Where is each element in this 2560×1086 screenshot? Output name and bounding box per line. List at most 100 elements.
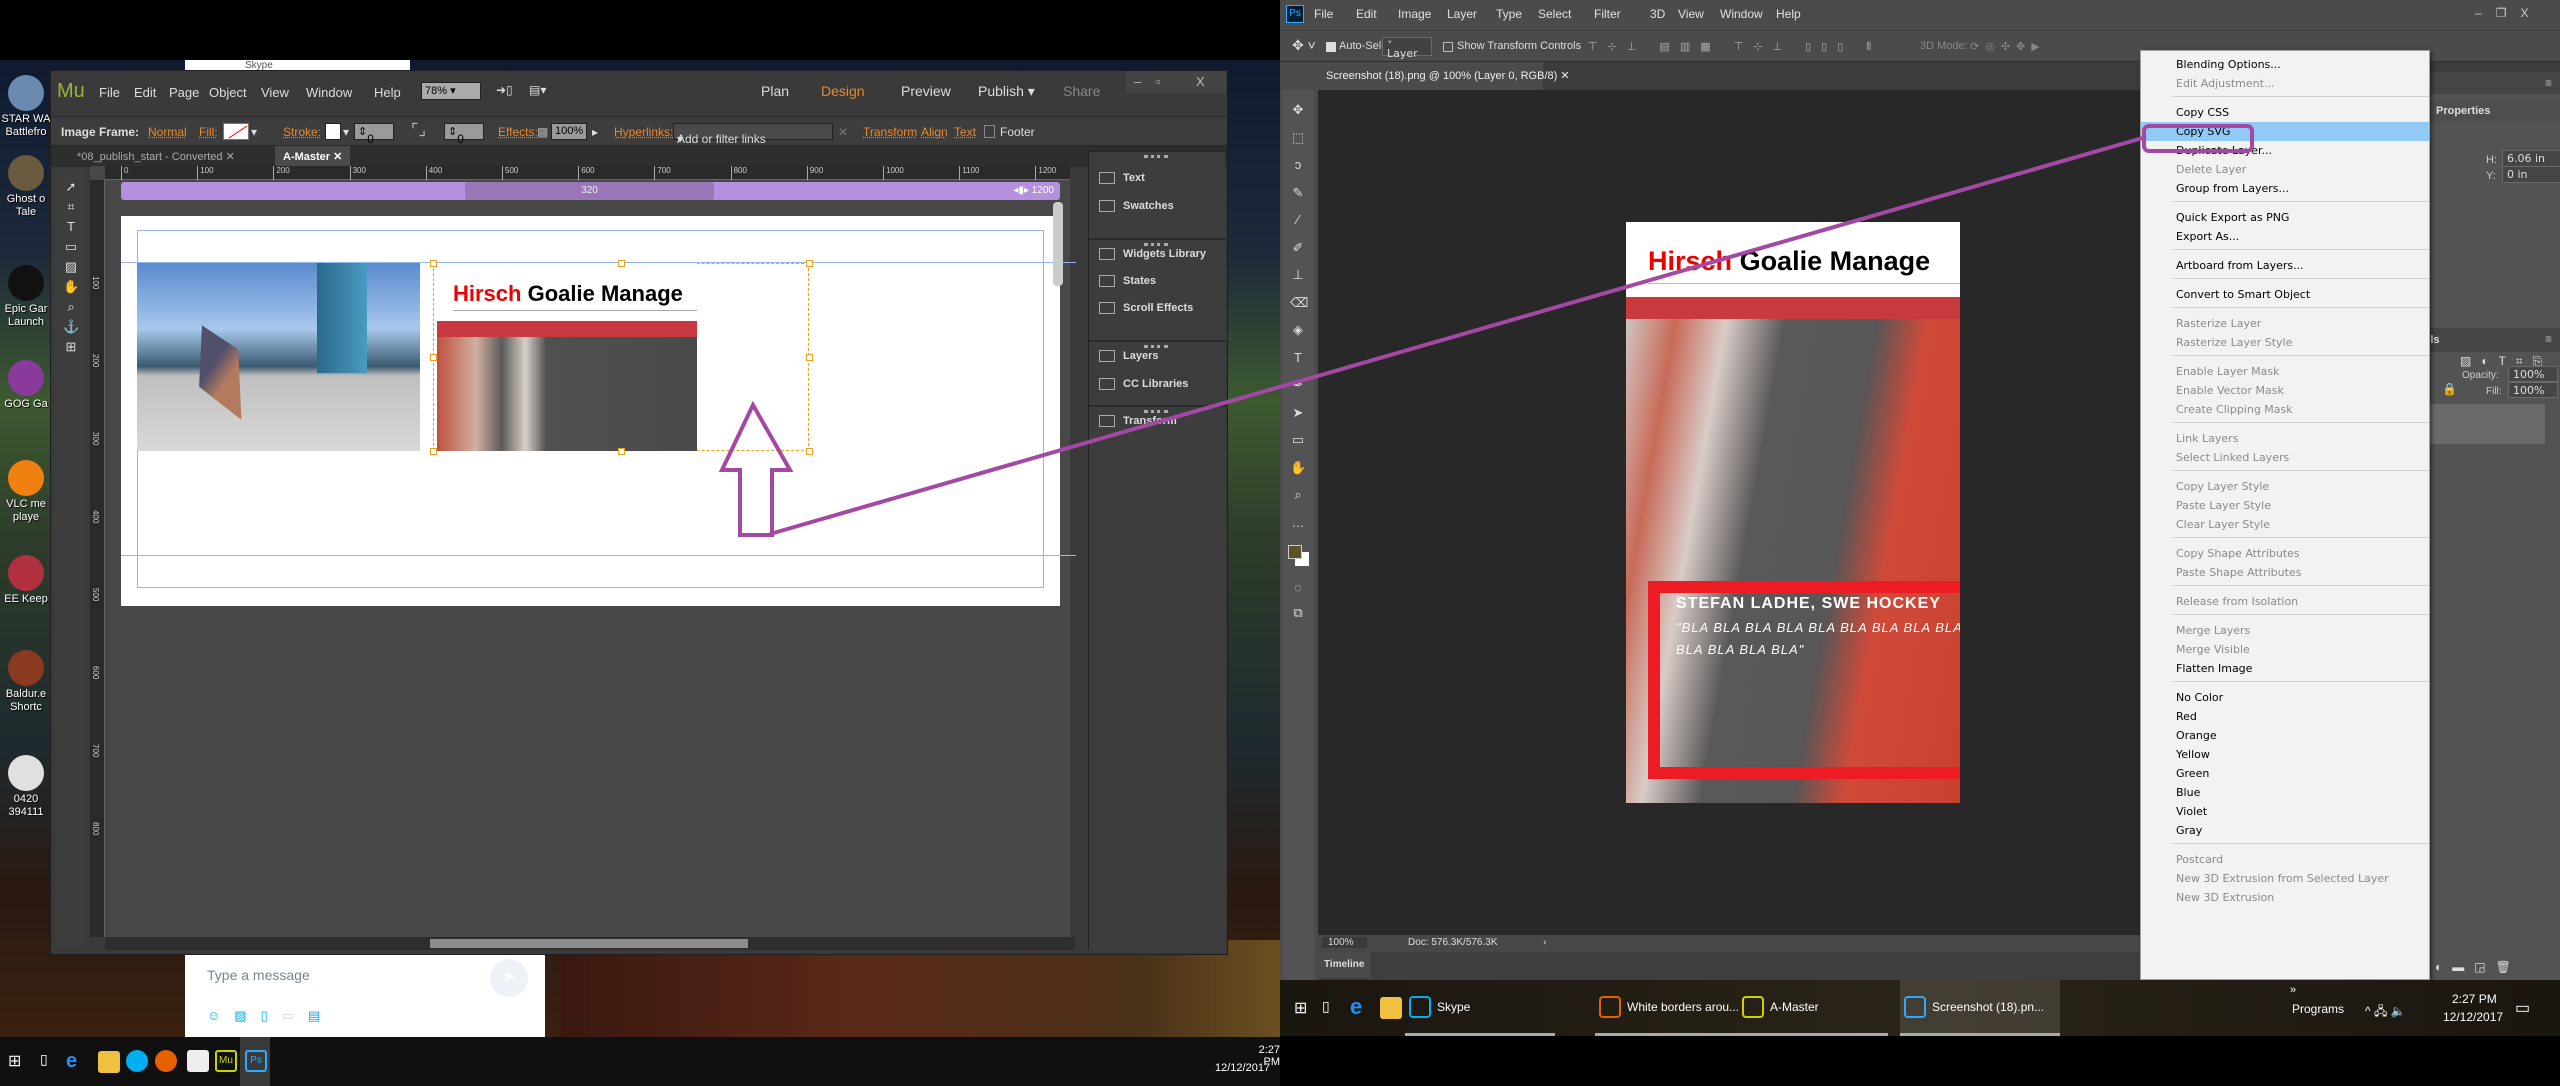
image-tool-icon[interactable]: ▨ [63,259,79,275]
menu-item-paste-shape-attributes[interactable]: Paste Shape Attributes [2141,563,2429,582]
menu-item-convert-to-smart-object[interactable]: Convert to Smart Object [2141,285,2429,304]
menu-item-copy-svg[interactable]: Copy SVG [2141,122,2429,141]
file-explorer-icon[interactable] [98,1051,120,1073]
resize-handle[interactable] [430,260,437,267]
clock-date[interactable]: 12/12/2017 [1215,1062,1270,1074]
eyedropper-tool-icon[interactable]: ⁄ [1290,212,1306,228]
menu-3d[interactable]: 3D [1650,7,1665,21]
clear-link-icon[interactable]: ✕ [838,125,848,139]
align-link[interactable]: Align [921,125,948,139]
timeline-tab[interactable]: Timeline [1318,952,1371,978]
menu-item-blending-options[interactable]: Blending Options... [2141,55,2429,74]
skype-icon[interactable] [126,1050,148,1072]
menu-filter[interactable]: Filter [1594,7,1621,21]
menu-item-merge-visible[interactable]: Merge Visible [2141,640,2429,659]
rectangle-tool-icon[interactable]: ▭ [63,239,79,255]
menu-layer[interactable]: Layer [1447,7,1477,21]
resize-handle[interactable] [806,260,813,267]
layers-footer-icons[interactable]: ◐▬◲🗑 [2430,960,2560,980]
task-view-icon[interactable]: ▯ [1322,998,1330,1015]
taskbar-app-skype[interactable]: Skype [1405,980,1555,1036]
fill-input[interactable]: 100% [2508,382,2558,398]
start-button[interactable]: ⊞ [1294,998,1307,1018]
fill-dropdown-icon[interactable]: ▾ [251,125,257,139]
stroke-label[interactable]: Stroke: [283,125,321,139]
horizontal-scrollbar[interactable] [105,937,1075,950]
desktop-icon[interactable]: GOG Ga [0,360,52,411]
menu-item-copy-shape-attributes[interactable]: Copy Shape Attributes [2141,544,2429,563]
menu-view[interactable]: View [1678,7,1704,21]
edge-icon[interactable]: e [1350,994,1362,1020]
auto-select-checkbox[interactable] [1326,42,1336,52]
tab-a-master[interactable]: A-Master ✕ [275,146,351,167]
video-message-icon[interactable]: ▭ [282,1008,308,1023]
image-frame-value[interactable]: Normal [148,125,187,139]
panel-menu-icon[interactable]: ≡ [2545,76,2552,90]
desktop-icon[interactable]: EE Keep [0,555,52,606]
eraser-tool-icon[interactable]: ⌫ [1290,295,1308,311]
desktop-icon[interactable]: Ghost o Tale [0,155,52,219]
menu-item-enable-layer-mask[interactable]: Enable Layer Mask [2141,362,2429,381]
mode-publish[interactable]: Publish ▾ [978,83,1035,100]
menu-item-blue[interactable]: Blue [2141,783,2429,802]
scrollbar-thumb[interactable] [430,939,748,948]
menu-item-orange[interactable]: Orange [2141,726,2429,745]
maximize-button[interactable]: ▫ [1156,74,1161,89]
taskbar-app-white-borders-arou[interactable]: White borders arou... [1595,980,1745,1036]
clock-date[interactable]: 12/12/2017 [2443,1010,2503,1024]
show-transform-checkbox[interactable] [1443,42,1453,52]
cc-libraries-panel[interactable]: CC Libraries [1099,378,1188,391]
menu-item-green[interactable]: Green [2141,764,2429,783]
menu-image[interactable]: Image [1398,7,1431,21]
lasso-tool-icon[interactable]: ↄ [1290,157,1306,173]
menu-window[interactable]: Window [1720,7,1763,21]
close-button[interactable]: X [1196,74,1205,89]
menu-edit[interactable]: Edit [1356,7,1377,21]
menu-item-clear-layer-style[interactable]: Clear Layer Style [2141,515,2429,534]
desktop-icon[interactable]: STAR WA Battlefro [0,75,52,139]
lock-icon[interactable]: 🔒 [2442,382,2457,396]
transform-link[interactable]: Transform [863,125,917,139]
menu-file[interactable]: File [1314,7,1333,21]
menu-page[interactable]: Page [169,85,199,100]
contact-icon[interactable]: ▤ [308,1008,334,1023]
resize-handle[interactable] [618,260,625,267]
vertical-scrollbar[interactable] [1053,202,1063,286]
menu-item-delete-layer[interactable]: Delete Layer [2141,160,2429,179]
menu-view[interactable]: View [261,85,289,100]
file-icon[interactable]: ▯ [261,1008,282,1023]
status-zoom[interactable]: 100% [1322,937,1367,948]
layer-row[interactable] [2430,404,2545,444]
menu-edit[interactable]: Edit [134,85,156,100]
y-input[interactable]: 0 in [2502,166,2560,183]
fill-label[interactable]: Fill: [199,125,218,139]
skype-message-input[interactable]: Type a message [207,967,310,983]
zoom-tool-icon[interactable]: ⌕ [63,299,79,315]
action-center-icon[interactable]: ▭ [2515,998,2530,1018]
selection-tool-icon[interactable]: ➚ [63,179,79,195]
menu-item-duplicate-layer[interactable]: Duplicate Layer... [2141,141,2429,160]
height-input[interactable]: 6.06 in [2502,150,2560,167]
mode-preview[interactable]: Preview [901,83,951,99]
layers-panel[interactable]: Layers [1099,350,1158,363]
breakpoint-max[interactable]: ◂▮▸ 1200 [1013,185,1054,196]
footer-checkbox[interactable] [984,125,995,138]
quick-mask-icon[interactable]: ◌ [1290,580,1306,596]
paint-bucket-tool-icon[interactable]: ◈ [1290,322,1306,338]
resize-handle[interactable] [618,448,625,455]
effects-label[interactable]: Effects: [498,125,538,139]
menu-select[interactable]: Select [1538,7,1571,21]
hockey-image-thumbnail[interactable]: Hirsch Goalie Manage [437,263,697,451]
text-tool-icon[interactable]: T [63,219,79,235]
document-tab[interactable]: Screenshot (18).png @ 100% (Layer 0, RGB… [1318,62,1570,90]
tray-icons[interactable]: ^ 🖧 🔈 [2365,1002,2406,1023]
emoji-icon[interactable]: ☺ [207,1008,234,1023]
3d-mode-icons[interactable]: ⟳◎✣✥▶ [1970,40,2046,53]
send-button[interactable]: ➤ [490,959,528,997]
corner-radius-input[interactable]: ⇕ 0 [444,123,484,146]
stroke-dropdown-icon[interactable]: ▾ [343,125,349,139]
menu-item-create-clipping-mask[interactable]: Create Clipping Mask [2141,400,2429,419]
menu-help[interactable]: Help [374,85,401,100]
menu-item-copy-layer-style[interactable]: Copy Layer Style [2141,477,2429,496]
footer-guide[interactable] [121,555,1076,556]
